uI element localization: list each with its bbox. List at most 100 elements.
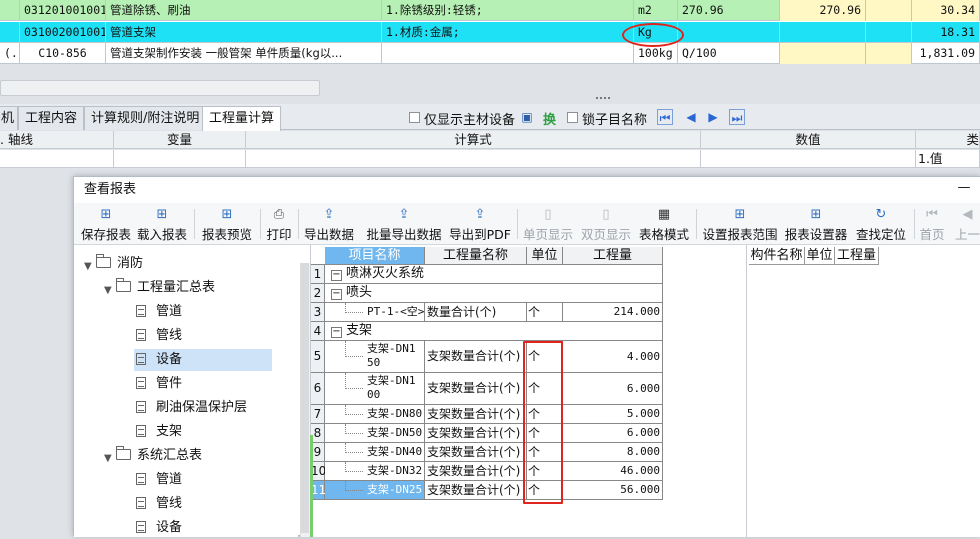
tree-scrollbar-thumb[interactable] (301, 263, 309, 533)
qty-name-cell[interactable]: 支架数量合计(个) (425, 373, 527, 405)
calc-row[interactable]: 1.值 (0, 150, 980, 168)
next-record-icon[interactable]: ▶ (705, 109, 721, 125)
tree-node-report[interactable]: 管道 (136, 301, 182, 323)
row-number[interactable]: 10 (311, 462, 326, 481)
find-locate-button[interactable]: ↻ 查找定位 (854, 203, 908, 245)
row-number[interactable]: 4 (311, 322, 325, 341)
collapse-toggle-icon[interactable]: ▼ (104, 453, 112, 464)
tree-node-folder[interactable]: 消防 (96, 253, 143, 275)
tree-node-report[interactable]: 管件 (136, 373, 182, 395)
tree-node-folder[interactable]: 系统汇总表 (116, 445, 202, 467)
tree-node-report[interactable]: 支架 (136, 421, 182, 443)
qty-name-cell[interactable]: 支架数量合计(个) (425, 405, 527, 424)
lock-name-checkbox[interactable] (567, 112, 578, 123)
expand-collapse-icon[interactable]: − (331, 289, 342, 300)
row-number[interactable]: 2 (311, 284, 325, 303)
quota-row[interactable]: (. C10-856 管道支架制作安装 一般管架 单件质量(kg以... 100… (0, 43, 980, 64)
tab-quantity-calc[interactable]: 工程量计算 (202, 106, 282, 131)
tree-node-report[interactable]: 管线 (136, 493, 182, 515)
item-name-cell[interactable]: 支架-DN50 (325, 424, 425, 443)
report-settings-button[interactable]: ⊞ 报表设置器 (784, 203, 848, 245)
item-name-cell[interactable]: 支架-DN40 (325, 443, 425, 462)
qty-name-cell[interactable]: 支架数量合计(个) (425, 443, 527, 462)
qty-name-cell[interactable]: 数量合计(个) (425, 303, 527, 322)
group-row[interactable]: − 支架 (325, 322, 663, 341)
minimize-button[interactable]: — (954, 177, 974, 203)
bill-row[interactable]: 031201001001 管道除锈、刷油 1.除锈级别:轻锈; m2 270.9… (0, 0, 980, 21)
main-only-checkbox[interactable] (409, 112, 420, 123)
item-name-cell[interactable]: 支架-DN32 (325, 462, 425, 481)
table-mode-button[interactable]: ▦ 表格模式 (638, 203, 690, 245)
last-record-icon[interactable]: ⏭ (729, 109, 745, 125)
quantity-cell[interactable]: 5.000 (563, 405, 663, 424)
qty-name-cell[interactable]: 支架数量合计(个) (425, 481, 527, 500)
row-number[interactable]: 7 (311, 405, 325, 424)
report-preview-button[interactable]: ⊞ 报表预览 (200, 203, 254, 245)
collapse-toggle-icon[interactable]: ▼ (84, 261, 92, 272)
tree-node-report-selected[interactable]: 设备 (134, 349, 272, 371)
tree-node-report[interactable]: 刷油保温保护层 (136, 397, 247, 419)
header-quantity[interactable]: 工程量 (563, 247, 663, 265)
row-number[interactable]: 11 (311, 481, 326, 500)
tree-node-report[interactable]: 管线 (136, 325, 182, 347)
tree-node-folder[interactable]: 工程量汇总表 (116, 277, 215, 299)
row-number[interactable]: 1 (311, 265, 325, 284)
prev-page-button[interactable]: ◀ 上一 (954, 203, 980, 245)
prev-record-icon[interactable]: ◀ (683, 109, 699, 125)
quantity-cell[interactable]: 4.000 (563, 341, 663, 373)
item-name-cell[interactable]: 支架-DN80 (325, 405, 425, 424)
tree-node-report[interactable]: 管道 (136, 469, 182, 491)
item-name-cell[interactable]: 支架-DN25 (325, 481, 425, 500)
splitter-grip-icon[interactable] (596, 97, 610, 100)
row-number[interactable]: 9 (311, 443, 325, 462)
bill-row-selected[interactable]: 031002001001 管道支架 1.材质:金属; Kg 18.31 (0, 22, 980, 43)
quantity-cell[interactable]: 46.000 (563, 462, 663, 481)
first-record-icon[interactable]: ⏮ (657, 109, 673, 125)
first-page-button[interactable]: ⏮ 首页 (918, 203, 946, 245)
expand-collapse-icon[interactable]: − (331, 270, 342, 281)
quantity-cell[interactable]: 214.000 (563, 303, 663, 322)
quantity-cell[interactable]: 56.000 (563, 481, 663, 500)
double-page-button[interactable]: ▯ 双页显示 (580, 203, 632, 245)
header-item-name[interactable]: 项目名称 (325, 247, 425, 265)
tab-machine[interactable]: 机 (0, 106, 18, 130)
header-unit[interactable]: 单位 (805, 247, 835, 265)
item-name-cell[interactable]: 支架-DN150 (325, 341, 425, 373)
header-unit[interactable]: 单位 (527, 247, 563, 265)
header-quantity[interactable]: 工程量 (835, 247, 879, 265)
batch-export-button[interactable]: ⇪ 批量导出数据 (366, 203, 442, 245)
tab-calc-rules[interactable]: 计算规则/附注说明 (84, 106, 207, 130)
header-component-name[interactable]: 构件名称 (749, 247, 805, 265)
load-report-button[interactable]: ⊞ 载入报表 (136, 203, 188, 245)
qty-name-cell[interactable]: 支架数量合计(个) (425, 341, 527, 373)
group-row[interactable]: − 喷淋灭火系统 (325, 265, 663, 284)
export-pdf-button[interactable]: ⇪ 导出到PDF (449, 203, 511, 245)
save-report-button[interactable]: ⊞ 保存报表 (80, 203, 132, 245)
quantity-cell[interactable]: 8.000 (563, 443, 663, 462)
swap-button[interactable]: 换 (543, 109, 556, 128)
quantity-cell[interactable]: 6.000 (563, 424, 663, 443)
print-button[interactable]: ⎙ 打印 (264, 203, 294, 245)
tree-label: 工程量汇总表 (137, 280, 216, 295)
report-range-icon: ⊞ (734, 207, 746, 222)
group-row[interactable]: − 喷头 (325, 284, 663, 303)
horizontal-scrollbar[interactable] (0, 80, 320, 96)
single-page-button[interactable]: ▯ 单页显示 (522, 203, 574, 245)
header-qty-name[interactable]: 工程量名称 (425, 247, 527, 265)
unit-cell[interactable]: 个 (527, 303, 563, 322)
row-number[interactable]: 3 (311, 303, 325, 322)
row-number[interactable]: 5 (311, 341, 325, 373)
quantity-cell[interactable]: 6.000 (563, 373, 663, 405)
row-number[interactable]: 6 (311, 373, 325, 405)
tab-work-content[interactable]: 工程内容 (18, 106, 85, 130)
item-name-cell[interactable]: PT-1-<空> (325, 303, 425, 322)
collapse-toggle-icon[interactable]: ▼ (104, 285, 112, 296)
qty-name-cell[interactable]: 支架数量合计(个) (425, 424, 527, 443)
qty-name-cell[interactable]: 支架数量合计(个) (425, 462, 527, 481)
export-data-button[interactable]: ⇪ 导出数据 (303, 203, 355, 245)
monitor-icon[interactable]: ▣ (519, 109, 535, 125)
item-name-cell[interactable]: 支架-DN100 (325, 373, 425, 405)
expand-collapse-icon[interactable]: − (331, 327, 342, 338)
report-range-button[interactable]: ⊞ 设置报表范围 (702, 203, 778, 245)
row-number[interactable]: 8 (311, 424, 325, 443)
